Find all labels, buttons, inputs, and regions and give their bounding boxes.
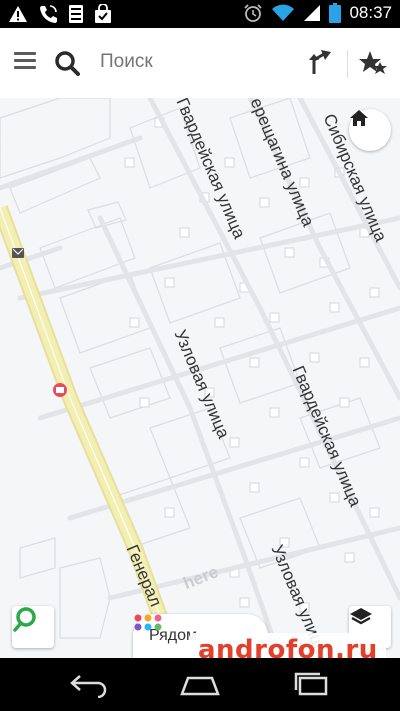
search-icon[interactable] <box>54 50 80 76</box>
recent-apps-icon[interactable] <box>290 670 332 698</box>
menu-line <box>14 59 36 62</box>
back-icon[interactable] <box>68 670 110 698</box>
signal-icon <box>304 5 321 21</box>
phone-icon <box>40 5 57 23</box>
route-icon[interactable] <box>305 48 335 76</box>
map-view[interactable]: Гвардейская улица ерещагина улица Сибирс… <box>0 98 400 658</box>
app-bar <box>0 28 400 99</box>
home-button[interactable] <box>349 109 391 151</box>
appbar-divider <box>347 50 348 78</box>
sim-icon <box>69 5 83 23</box>
status-left-icons <box>8 4 112 24</box>
menu-line <box>14 52 36 55</box>
location-pin-icon <box>13 607 36 632</box>
nav-bar <box>0 658 400 711</box>
menu-line <box>14 66 36 69</box>
status-right-icons: 08:37 <box>243 3 392 23</box>
menu-button[interactable] <box>14 52 36 72</box>
status-bar: 08:37 <box>0 0 400 28</box>
alarm-icon <box>244 4 263 22</box>
warning-icon <box>9 6 27 22</box>
wifi-icon <box>272 4 295 21</box>
layers-icon <box>350 608 372 625</box>
favorites-icon[interactable] <box>358 48 390 76</box>
status-time: 08:37 <box>349 3 392 22</box>
nearby-dots-icon <box>134 614 162 631</box>
home-icon <box>350 110 368 126</box>
bag-icon <box>95 4 111 23</box>
search-input[interactable] <box>98 50 282 74</box>
battery-icon <box>329 3 342 23</box>
locate-button[interactable] <box>12 606 54 648</box>
home-nav-icon[interactable] <box>178 670 222 698</box>
